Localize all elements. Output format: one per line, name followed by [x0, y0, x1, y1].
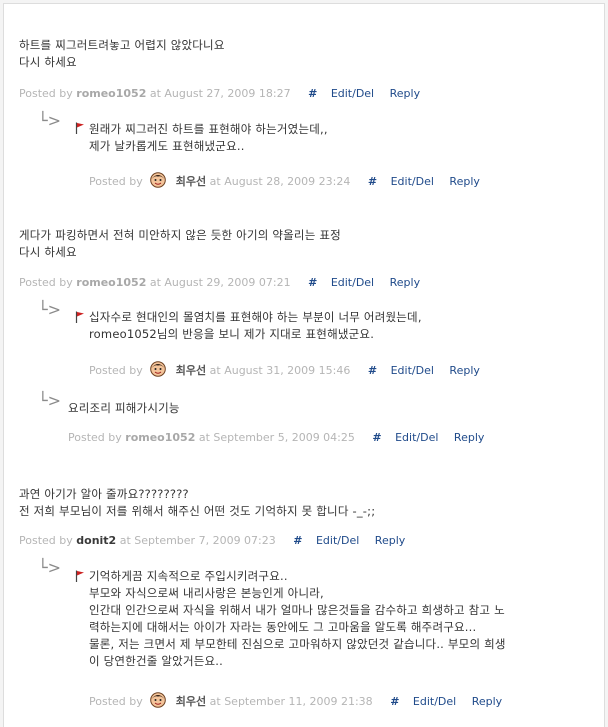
reply-arrow-icon: └> [38, 300, 62, 319]
comment-text: 게다가 파킹하면서 전혀 미안하지 않은 듯한 아기의 약올리는 표정 다시 하… [19, 228, 341, 259]
comment-text: 과연 아기가 알아 줄까요???????? 전 저희 부모님이 저를 위해서 해… [19, 487, 376, 518]
posted-by-label: Posted by [19, 87, 73, 100]
reply-meta: Posted by 최우선 at August 31, 2009 15:46 #… [89, 361, 480, 378]
reply-text: 십자수로 현대인의 몰염치를 표현해야 하는 부분이 너무 어려웠는데, rom… [89, 310, 422, 341]
reply-text: 요리조리 피해가시기능 [68, 401, 180, 415]
reply-link[interactable]: Reply [449, 175, 479, 188]
posted-by-label: Posted by [89, 175, 143, 188]
reply-link[interactable]: Reply [449, 364, 479, 377]
at-label: at [198, 431, 210, 444]
edit-del-link[interactable]: Edit/Del [413, 695, 456, 708]
at-label: at [149, 87, 161, 100]
posted-by-label: Posted by [19, 534, 73, 547]
edit-del-link[interactable]: Edit/Del [316, 534, 359, 547]
reply-arrow-icon: └> [38, 558, 62, 577]
permalink-link[interactable]: # [308, 87, 317, 100]
edit-del-link[interactable]: Edit/Del [391, 364, 434, 377]
reply-arrow-icon: └> [38, 391, 62, 410]
comment-date: September 11, 2009 21:38 [224, 695, 373, 708]
edit-del-link[interactable]: Edit/Del [391, 175, 434, 188]
at-label: at [149, 276, 161, 289]
owner-flag-icon [75, 570, 84, 582]
comment-meta: Posted by donit2 at September 7, 2009 07… [19, 534, 405, 547]
comment-date: August 27, 2009 18:27 [164, 87, 291, 100]
comment-author[interactable]: donit2 [76, 534, 116, 547]
comment-meta: Posted by romeo1052 at August 29, 2009 0… [19, 276, 420, 289]
reply-text: 기억하게끔 지속적으로 주입시키려구요.. 부모와 자식으로써 내리사랑은 본능… [89, 569, 506, 668]
at-label: at [209, 175, 221, 188]
reply-meta: Posted by 최우선 at September 11, 2009 21:3… [89, 692, 502, 709]
reply-text: 원래가 찌그러진 하트를 표현해야 하는거였는데,, 제가 날카롭게도 표현해냈… [89, 122, 328, 153]
comment-date: August 31, 2009 15:46 [224, 364, 351, 377]
comment-author[interactable]: romeo1052 [76, 276, 146, 289]
comment-author[interactable]: romeo1052 [125, 431, 195, 444]
smiley-avatar-icon [150, 692, 167, 708]
permalink-link[interactable]: # [368, 175, 377, 188]
permalink-link[interactable]: # [293, 534, 302, 547]
reply-link[interactable]: Reply [472, 695, 502, 708]
owner-flag-icon [75, 311, 84, 323]
edit-del-link[interactable]: Edit/Del [331, 276, 374, 289]
at-label: at [209, 695, 221, 708]
comment-author[interactable]: romeo1052 [76, 87, 146, 100]
edit-del-link[interactable]: Edit/Del [395, 431, 438, 444]
comment-text: 하트를 찌그러트려놓고 어렵지 않았다니요 다시 하세요 [19, 38, 225, 69]
reply-arrow-icon: └> [38, 111, 62, 130]
at-label: at [119, 534, 131, 547]
permalink-link[interactable]: # [372, 431, 381, 444]
comment-meta: Posted by romeo1052 at August 27, 2009 1… [19, 87, 420, 100]
reply-meta: Posted by 최우선 at August 28, 2009 23:24 #… [89, 172, 480, 189]
reply-meta: Posted by romeo1052 at September 5, 2009… [68, 431, 484, 444]
posted-by-label: Posted by [89, 364, 143, 377]
reply-link[interactable]: Reply [454, 431, 484, 444]
reply-link[interactable]: Reply [390, 87, 420, 100]
comment-author[interactable]: 최우선 [176, 364, 206, 377]
comment-date: August 28, 2009 23:24 [224, 175, 351, 188]
edit-del-link[interactable]: Edit/Del [331, 87, 374, 100]
permalink-link[interactable]: # [368, 364, 377, 377]
at-label: at [209, 364, 221, 377]
owner-flag-icon [75, 122, 84, 134]
comment-date: August 29, 2009 07:21 [164, 276, 291, 289]
posted-by-label: Posted by [89, 695, 143, 708]
smiley-avatar-icon [150, 172, 167, 188]
permalink-link[interactable]: # [308, 276, 317, 289]
posted-by-label: Posted by [19, 276, 73, 289]
permalink-link[interactable]: # [390, 695, 399, 708]
comment-date: September 5, 2009 04:25 [213, 431, 355, 444]
comment-date: September 7, 2009 07:23 [134, 534, 276, 547]
posted-by-label: Posted by [68, 431, 122, 444]
reply-link[interactable]: Reply [390, 276, 420, 289]
reply-link[interactable]: Reply [375, 534, 405, 547]
comment-author[interactable]: 최우선 [176, 175, 206, 188]
smiley-avatar-icon [150, 361, 167, 377]
comment-author[interactable]: 최우선 [176, 695, 206, 708]
